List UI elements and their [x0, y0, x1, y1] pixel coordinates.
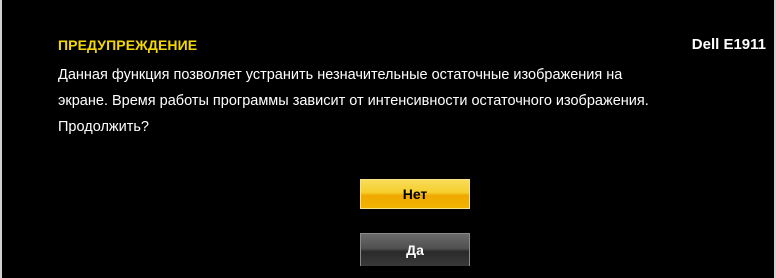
message-line: Продолжить? [58, 119, 149, 135]
yes-button[interactable]: Да [360, 233, 470, 266]
no-button-label: Нет [402, 186, 428, 202]
yes-button-label: Да [406, 242, 424, 258]
message-line: экране. Время работы программы зависит о… [58, 93, 649, 109]
warning-message: Данная функция позволяет устранить незна… [58, 62, 770, 140]
osd-warning-dialog: ПРЕДУПРЕЖДЕНИЕ Dell E1911 Данная функция… [0, 0, 776, 278]
message-line: Данная функция позволяет устранить незна… [58, 67, 623, 83]
monitor-model: Dell E1911 [691, 36, 766, 53]
warning-title: ПРЕДУПРЕЖДЕНИЕ [58, 37, 198, 53]
no-button[interactable]: Нет [360, 179, 470, 209]
